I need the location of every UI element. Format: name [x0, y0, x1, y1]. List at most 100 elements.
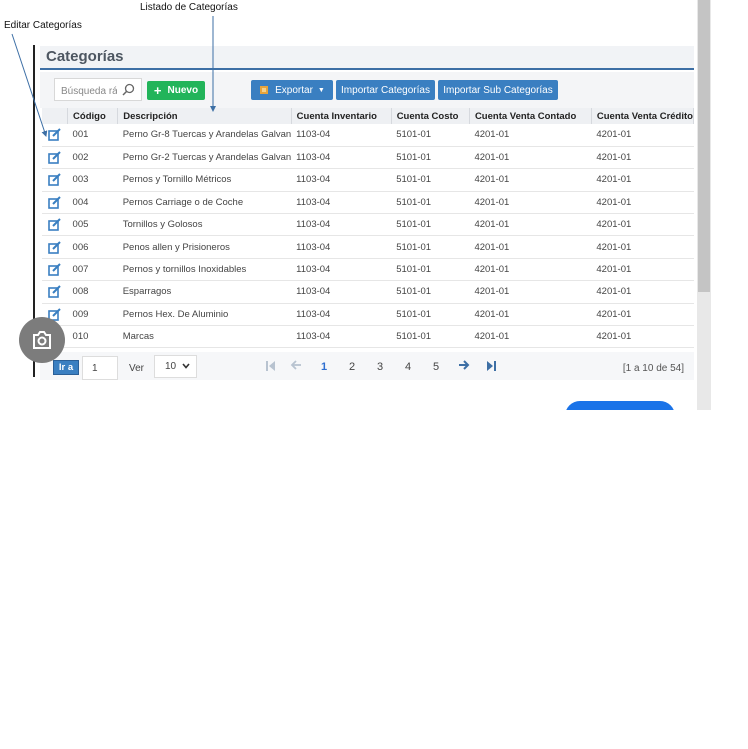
- export-button-label: Exportar: [275, 84, 313, 96]
- table-row[interactable]: 004 Pernos Carriage o de Coche 1103-04 5101…: [42, 191, 694, 215]
- goto-page-button[interactable]: Ir a: [53, 360, 79, 375]
- export-button[interactable]: Exportar ▼: [251, 80, 333, 100]
- import-categories-button[interactable]: Importar Categorías: [336, 80, 435, 100]
- table-row[interactable]: 008 Esparragos 1103-04 5101-01 4201-01 4201-0…: [42, 280, 694, 304]
- cell-descripcion: Esparragos: [117, 280, 292, 304]
- cell-cuenta-costo: 5101-01: [391, 213, 470, 237]
- chevron-down-icon: [181, 361, 191, 374]
- search-icon[interactable]: [122, 81, 135, 100]
- edit-icon[interactable]: [48, 151, 61, 164]
- edit-cell: [42, 213, 68, 237]
- column-header-cuenta-inventario[interactable]: Cuenta Inventario: [291, 108, 392, 124]
- cell-codigo: 001: [67, 124, 118, 147]
- cell-cuenta-venta-contado: 4201-01: [469, 191, 592, 215]
- cell-cuenta-venta-contado: 4201-01: [469, 235, 592, 259]
- table-row[interactable]: 001 Perno Gr-8 Tuercas y Arandelas Galvan…: [42, 124, 694, 147]
- prev-page-icon[interactable]: [290, 359, 302, 374]
- page-3-link[interactable]: 3: [377, 361, 383, 373]
- cell-cuenta-venta-credito: 4201-01: [591, 146, 694, 170]
- cell-cuenta-costo: 5101-01: [391, 124, 470, 147]
- table-body: 001 Perno Gr-8 Tuercas y Arandelas Galvan…: [42, 124, 694, 349]
- edit-icon[interactable]: [48, 128, 61, 142]
- goto-page-input[interactable]: [82, 356, 118, 380]
- cell-codigo: 008: [67, 280, 118, 304]
- column-header-cuenta-venta-contado[interactable]: Cuenta Venta Contado: [469, 108, 592, 124]
- table-row[interactable]: 003 Pernos y Tornillo Métricos 1103-04 5101…: [42, 168, 694, 192]
- cell-cuenta-inventario: 1103-04: [291, 325, 392, 349]
- edit-icon[interactable]: [48, 285, 61, 299]
- edit-cell: [42, 146, 68, 170]
- last-page-icon[interactable]: [487, 361, 496, 374]
- annotation-edit-label: Editar Categorías: [4, 20, 82, 31]
- edit-icon[interactable]: [48, 173, 61, 187]
- column-header-codigo[interactable]: Código: [67, 108, 119, 124]
- column-header-cuenta-venta-credito[interactable]: Cuenta Venta Crédito: [591, 108, 694, 124]
- caret-down-icon: ▼: [317, 86, 325, 94]
- toolbar: + Nuevo Exportar ▼ Importar Categorías I…: [40, 72, 694, 108]
- cell-cuenta-venta-credito: 4201-01: [591, 124, 694, 147]
- search-box[interactable]: [54, 78, 142, 102]
- cell-codigo: 010: [67, 325, 118, 349]
- cell-cuenta-inventario: 1103-04: [291, 213, 392, 237]
- edit-cell: [42, 124, 68, 147]
- page-2-link[interactable]: 2: [349, 361, 355, 373]
- cell-cuenta-inventario: 1103-04: [291, 124, 392, 147]
- edit-cell: [42, 258, 68, 282]
- annotation-list-label: Listado de Categorías: [140, 2, 238, 13]
- cell-codigo: 003: [67, 168, 118, 192]
- table-row[interactable]: 010 Marcas 1103-04 5101-01 4201-01 4201-01: [42, 325, 694, 349]
- column-header-cuenta-costo[interactable]: Cuenta Costo: [391, 108, 470, 124]
- cell-cuenta-costo: 5101-01: [391, 303, 470, 327]
- page-4-link[interactable]: 4: [405, 361, 411, 373]
- cell-cuenta-inventario: 1103-04: [291, 191, 392, 215]
- cell-cuenta-costo: 5101-01: [391, 168, 470, 192]
- column-header-descripcion[interactable]: Descripción: [117, 108, 292, 124]
- page-1-link[interactable]: 1: [321, 361, 327, 373]
- cell-cuenta-venta-contado: 4201-01: [469, 325, 592, 349]
- table-row[interactable]: 007 Pernos y tornillos Inoxidables 1103-04…: [42, 258, 694, 282]
- column-header-edit: [42, 108, 69, 124]
- cell-codigo: 009: [67, 303, 118, 327]
- edit-icon[interactable]: [48, 218, 61, 232]
- cell-cuenta-venta-credito: 4201-01: [591, 280, 694, 304]
- per-page-label: Ver: [129, 363, 145, 374]
- panel-header: Categorías: [40, 46, 694, 70]
- cell-cuenta-venta-contado: 4201-01: [469, 258, 592, 282]
- table-row[interactable]: 002 Perno Gr-2 Tuercas y Arandelas Galvan…: [42, 146, 694, 170]
- first-page-icon[interactable]: [266, 361, 275, 374]
- pagination-bar: Ir a Ver 10 1 2 3 4 5: [40, 352, 694, 380]
- cell-cuenta-inventario: 1103-04: [291, 168, 392, 192]
- page-5-link[interactable]: 5: [433, 361, 439, 373]
- edit-cell: [42, 191, 68, 215]
- new-button[interactable]: + Nuevo: [147, 81, 205, 100]
- per-page-select[interactable]: 10: [154, 355, 197, 378]
- cell-cuenta-venta-credito: 4201-01: [591, 303, 694, 327]
- camera-search-button[interactable]: [19, 317, 65, 363]
- cell-cuenta-venta-credito: 4201-01: [591, 325, 694, 349]
- next-page-icon[interactable]: [458, 359, 471, 374]
- page-scrollbar-thumb[interactable]: [698, 0, 710, 292]
- table-header-row: Código Descripción Cuenta Inventario Cue…: [42, 108, 694, 124]
- edit-icon[interactable]: [48, 196, 61, 209]
- cell-descripcion: Perno Gr-2 Tuercas y Arandelas Galvan: [117, 146, 292, 170]
- edit-icon[interactable]: [48, 263, 61, 276]
- cell-cuenta-inventario: 1103-04: [291, 146, 392, 170]
- pagination-range: [1 a 10 de 54]: [622, 363, 684, 374]
- table-row[interactable]: 005 Tornillos y Golosos 1103-04 5101-01 4201…: [42, 213, 694, 237]
- cell-cuenta-venta-credito: 4201-01: [591, 191, 694, 215]
- cell-cuenta-inventario: 1103-04: [291, 235, 392, 259]
- cell-descripcion: Pernos Carriage o de Coche: [117, 191, 292, 215]
- table-row[interactable]: 006 Penos allen y Prisioneros 1103-04 5101-…: [42, 235, 694, 259]
- cell-codigo: 004: [67, 191, 118, 215]
- cell-descripcion: Tornillos y Golosos: [117, 213, 292, 237]
- edit-icon[interactable]: [48, 240, 61, 254]
- import-subcategories-button[interactable]: Importar Sub Categorías: [438, 80, 558, 100]
- floating-action-button[interactable]: [565, 401, 675, 410]
- cell-cuenta-costo: 5101-01: [391, 146, 470, 170]
- cell-descripcion: Marcas: [117, 325, 292, 349]
- new-button-label: Nuevo: [167, 85, 199, 96]
- cell-codigo: 006: [67, 235, 118, 259]
- table-row[interactable]: 009 Pernos Hex. De Aluminio 1103-04 5101-01…: [42, 303, 694, 327]
- cell-cuenta-costo: 5101-01: [391, 235, 470, 259]
- search-input[interactable]: [55, 81, 117, 102]
